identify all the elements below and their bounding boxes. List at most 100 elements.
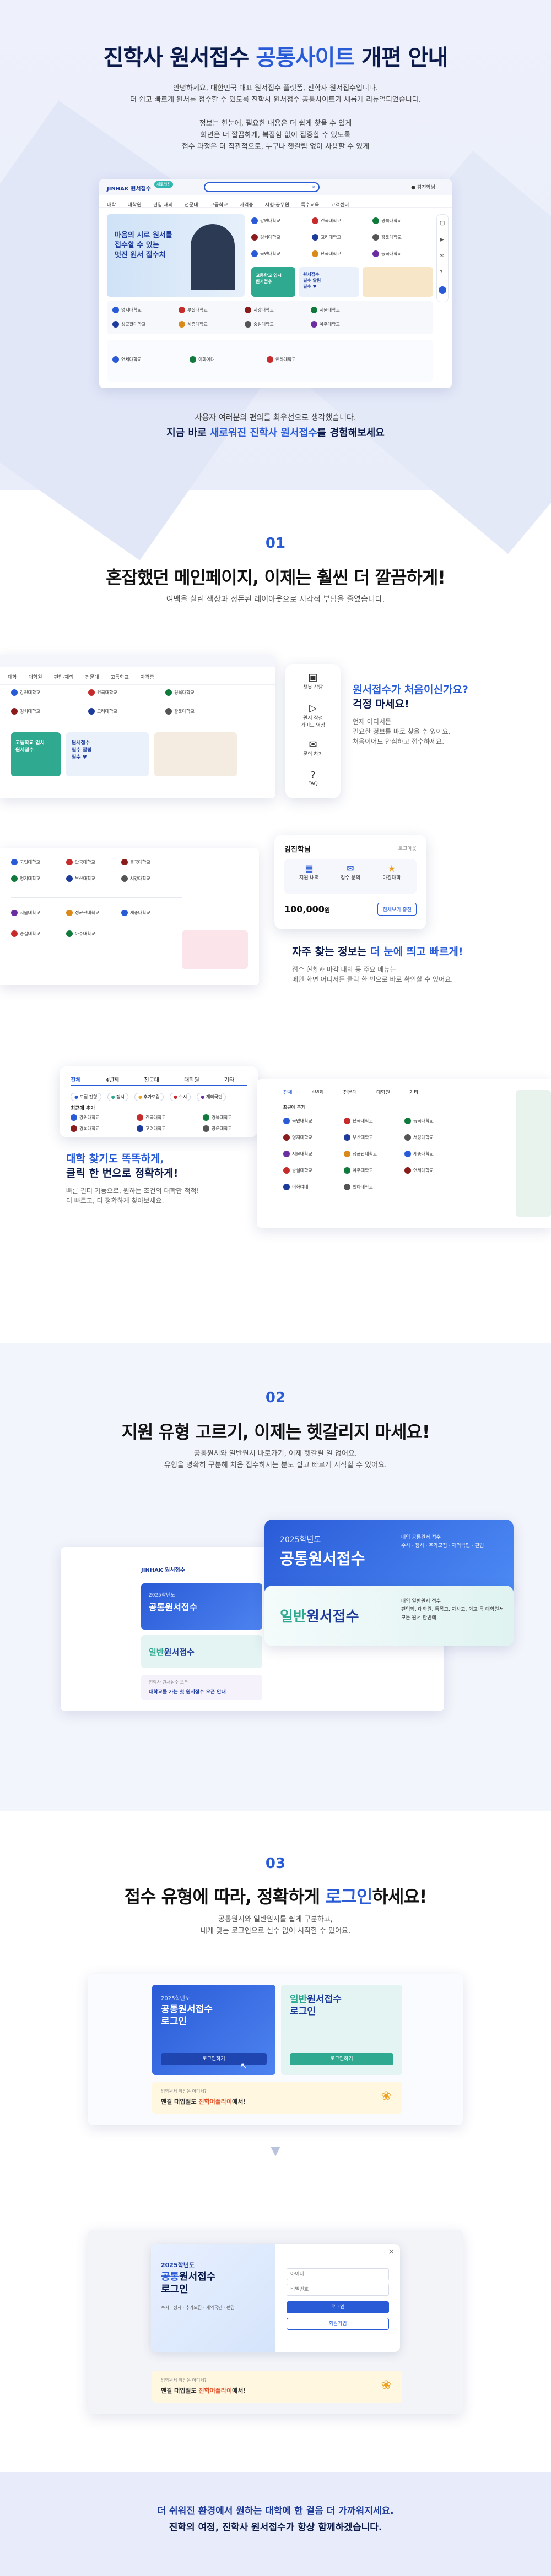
filter-tab[interactable]: 4년제 — [106, 1077, 120, 1083]
university-link[interactable]: 강원대학교 — [260, 219, 280, 224]
nav-item[interactable]: 고등학교 — [111, 673, 129, 680]
university-link[interactable]: 강원대학교 — [20, 690, 40, 695]
scroll-top-button[interactable] — [439, 286, 446, 294]
filter-chip[interactable]: ● 모집 전형 — [71, 1093, 101, 1101]
filter-tab[interactable]: 대학원 — [184, 1077, 199, 1083]
shortcut-item[interactable]: ▤ 지원 내역 — [290, 863, 328, 881]
university-link[interactable]: 국민대학교 — [20, 860, 40, 865]
university-link[interactable]: 세종대학교 — [187, 322, 208, 327]
general-login-button[interactable]: 로그인하기 — [290, 2053, 393, 2065]
charge-button[interactable]: 전체보기 충전 — [377, 903, 417, 916]
filter-chip[interactable]: ● 추가모집 — [134, 1093, 164, 1101]
filter-tab[interactable]: 4년제 — [312, 1090, 324, 1096]
university-link[interactable]: 강원대학교 — [79, 1115, 100, 1120]
id-input[interactable] — [287, 2268, 389, 2280]
faq-icon[interactable]: ? — [440, 270, 442, 276]
quick-menu-item[interactable]: ? FAQ — [285, 770, 341, 787]
university-link[interactable]: 서울대학교 — [320, 308, 340, 313]
common-login-button[interactable]: 로그인하기 — [161, 2053, 267, 2065]
university-link[interactable]: 경희대학교 — [20, 709, 40, 714]
nav-item[interactable]: 전문대 — [185, 201, 198, 207]
signup-button[interactable]: 회원가입 — [287, 2318, 389, 2330]
university-link[interactable]: 이화여대 — [292, 1185, 308, 1190]
university-link[interactable]: 단국대학교 — [353, 1119, 373, 1124]
university-link[interactable]: 광운대학교 — [381, 235, 402, 240]
user-menu[interactable]: ● 김진학님 — [411, 183, 435, 190]
university-link[interactable]: 아주대학교 — [353, 1168, 373, 1173]
university-link[interactable]: 광운대학교 — [174, 709, 195, 714]
nav-item[interactable]: 자격증 — [141, 673, 154, 680]
common-login-tile[interactable]: 2025학년도 공통원서접수 로그인 로그인하기 ↖ — [152, 1985, 276, 2075]
filter-tab[interactable]: 전체 — [283, 1090, 293, 1096]
university-link[interactable]: 단국대학교 — [321, 252, 341, 257]
nav-item[interactable]: 고등학교 — [210, 201, 228, 207]
chat-icon[interactable]: ▢ — [440, 220, 445, 226]
search-icon[interactable]: ⌕ — [312, 184, 315, 190]
mail-icon[interactable]: ✉ — [440, 253, 444, 259]
nav-item[interactable]: 시험·공무원 — [265, 201, 289, 207]
university-link[interactable]: 경북대학교 — [174, 690, 195, 695]
university-link[interactable]: 동국대학교 — [413, 1119, 434, 1124]
filter-tab[interactable]: 기타 — [224, 1077, 234, 1083]
university-link[interactable]: 부산대학교 — [187, 308, 208, 313]
quick-menu-item[interactable]: ✉ 문의 하기 — [285, 739, 341, 758]
university-link[interactable]: 경희대학교 — [79, 1126, 100, 1131]
nav-item[interactable]: 고객센터 — [331, 201, 349, 207]
promo-tile[interactable]: 고등학교 입시 원서접수 — [11, 732, 61, 776]
general-apply-tile[interactable]: 일반원서접수 — [141, 1635, 262, 1668]
university-link[interactable]: 부산대학교 — [353, 1135, 373, 1140]
university-link[interactable]: 서강대학교 — [130, 876, 150, 881]
university-link[interactable]: 명지대학교 — [20, 876, 40, 881]
university-link[interactable]: 서울대학교 — [20, 911, 40, 916]
promo-image-tile[interactable] — [154, 732, 237, 776]
university-link[interactable]: 세종대학교 — [130, 911, 150, 916]
filter-chip[interactable]: ● 정시 — [107, 1093, 128, 1101]
university-link[interactable]: 건국대학교 — [321, 219, 341, 224]
side-banner[interactable] — [516, 1090, 551, 1217]
university-link[interactable]: 아주대학교 — [75, 932, 95, 936]
university-link[interactable]: 고려대학교 — [97, 709, 117, 714]
university-link[interactable]: 국민대학교 — [260, 252, 280, 257]
university-link[interactable]: 서강대학교 — [253, 308, 274, 313]
university-link[interactable]: 성균관대학교 — [353, 1152, 377, 1157]
nav-item[interactable]: 편입·재외 — [54, 673, 74, 680]
filter-chip[interactable]: ● 수시 — [170, 1093, 191, 1101]
promo-image-tile[interactable] — [182, 930, 248, 969]
university-link[interactable]: 경북대학교 — [212, 1115, 232, 1120]
nav-item[interactable]: 자격증 — [240, 201, 253, 207]
filter-tab[interactable]: 대학원 — [376, 1090, 390, 1096]
video-icon[interactable]: ▶ — [440, 237, 444, 243]
university-link[interactable]: 숭실대학교 — [253, 322, 274, 327]
university-link[interactable]: 건국대학교 — [145, 1115, 166, 1120]
site-logo[interactable]: JINHAK 원서접수 — [141, 1567, 185, 1573]
university-link[interactable]: 연세대학교 — [121, 357, 142, 362]
logout-link[interactable]: 로그아웃 — [398, 845, 417, 852]
login-button[interactable]: 로그인 — [287, 2301, 389, 2313]
university-link[interactable]: 부산대학교 — [75, 876, 95, 881]
common-apply-tile[interactable]: 2025학년도 공통원서접수 — [141, 1583, 262, 1630]
promo-tile[interactable]: 고등학교 입시 원서접수 — [251, 267, 295, 297]
university-link[interactable]: 성균관대학교 — [121, 322, 145, 327]
nav-item[interactable]: 특수교육 — [301, 201, 319, 207]
nav-item[interactable]: 대학 — [8, 673, 17, 680]
university-link[interactable]: 인하대학교 — [353, 1185, 373, 1190]
university-link[interactable]: 건국대학교 — [97, 690, 117, 695]
university-link[interactable]: 서울대학교 — [292, 1152, 312, 1157]
university-link[interactable]: 동국대학교 — [130, 860, 150, 865]
filter-tab[interactable]: 전체 — [71, 1077, 80, 1083]
nav-item[interactable]: 전문대 — [85, 673, 99, 680]
university-link[interactable]: 명지대학교 — [121, 308, 142, 313]
close-icon[interactable]: × — [388, 2247, 395, 2256]
quick-menu-item[interactable]: ▣ 챗봇 상담 — [285, 672, 341, 690]
nav-item[interactable]: 대학원 — [128, 201, 142, 207]
university-link[interactable]: 경희대학교 — [260, 235, 280, 240]
ad-banner[interactable]: 입학원서 작성은 어디서? 맨길 대입절도 진학어플라이에서! ❀ — [152, 2082, 402, 2114]
university-link[interactable]: 숭실대학교 — [20, 932, 40, 936]
common-apply-card-zoom[interactable]: 2025학년도 공통원서접수 대입 공통원서 접수 수시 · 정시 · 추가모집… — [264, 1520, 514, 1597]
university-link[interactable]: 경북대학교 — [381, 219, 402, 224]
site-logo[interactable]: JINHAK 원서접수 — [107, 184, 151, 192]
ad-banner[interactable]: 입학원서 작성은 어디서? 맨길 대입절도 진학어플라이에서! ❀ — [152, 2371, 402, 2403]
quick-menu-item[interactable]: ▷ 원서 작성 가이드 영상 — [285, 702, 341, 728]
filter-chip[interactable]: ● 재외국민 — [197, 1093, 226, 1101]
general-login-tile[interactable]: 일반원서접수 로그인 로그인하기 — [281, 1985, 402, 2075]
